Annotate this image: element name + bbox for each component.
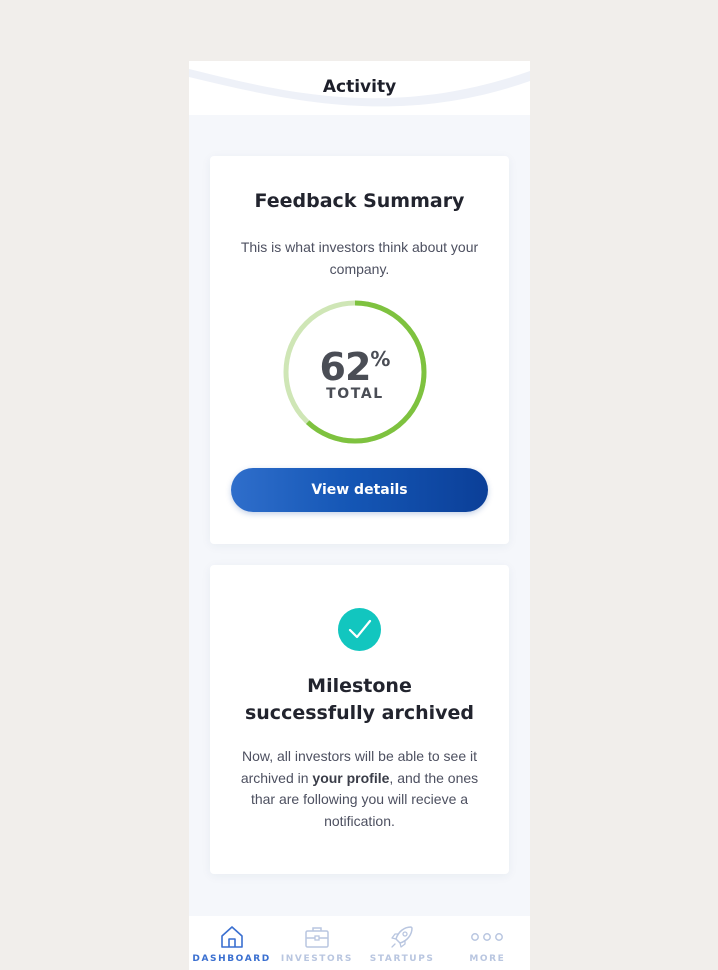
tab-more-label: MORE (469, 954, 506, 964)
tab-investors[interactable]: INVESTORS (274, 916, 359, 970)
feedback-description: This is what investors think about your … (240, 239, 479, 277)
progress-ring: 62% TOTAL (282, 299, 428, 445)
milestone-card: Milestone successfully archived Now, all… (210, 565, 509, 874)
feedback-title: Feedback Summary (254, 190, 465, 212)
page-title: Activity (322, 77, 397, 97)
phone-screen: Activity Feedback Summary This is what i… (189, 61, 530, 970)
home-icon (220, 926, 243, 948)
percent-value: 62 (319, 345, 372, 389)
more-dots-icon (471, 933, 504, 941)
bottom-tab-bar: DASHBOARD INVESTORS STARTUPS MORE (189, 916, 530, 970)
app-header: Activity (189, 61, 530, 115)
tab-startups-label: STARTUPS (369, 954, 435, 964)
tab-investors-label: INVESTORS (280, 954, 353, 964)
tab-startups[interactable]: STARTUPS (360, 916, 445, 970)
milestone-description: Now, all investors will be able to see i… (228, 746, 491, 832)
percent-label: TOTAL (326, 386, 384, 402)
profile-link-text: your profile (312, 769, 390, 786)
tab-dashboard[interactable]: DASHBOARD (189, 916, 274, 970)
view-details-button[interactable]: View details (231, 468, 488, 512)
briefcase-icon (305, 927, 329, 948)
milestone-title: Milestone successfully archived (244, 675, 475, 724)
percent-readout: 62% (282, 345, 428, 389)
tab-more[interactable]: MORE (445, 916, 530, 970)
percent-sign: % (370, 347, 391, 371)
rocket-icon (391, 926, 413, 948)
feedback-summary-card: Feedback Summary This is what investors … (210, 156, 509, 544)
tab-dashboard-label: DASHBOARD (192, 954, 271, 964)
checkmark-icon (338, 608, 381, 651)
